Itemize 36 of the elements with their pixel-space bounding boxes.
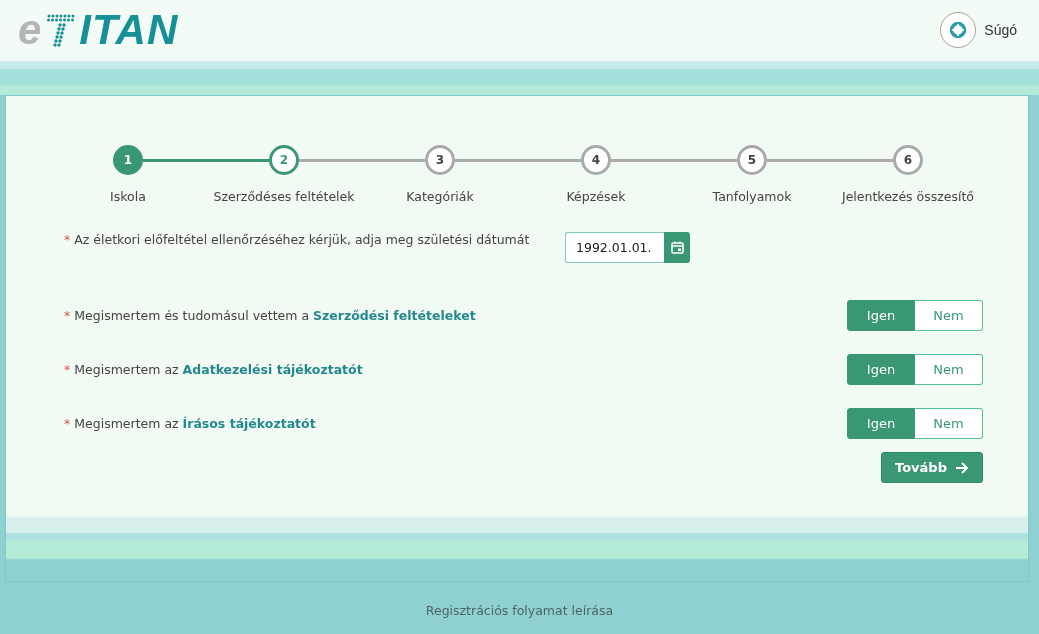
toggle-option[interactable]: Nem [915, 407, 983, 439]
next-button[interactable]: Tovább [881, 452, 983, 483]
toggle-option[interactable]: Igen [847, 407, 915, 439]
toggle-option[interactable]: Nem [915, 299, 983, 331]
step-label: Iskola [110, 189, 146, 204]
step-number: 4 [581, 145, 611, 175]
step-label: Képzések [566, 189, 626, 204]
step-number: 2 [269, 145, 299, 175]
calendar-icon [670, 241, 684, 254]
step-number: 3 [425, 145, 455, 175]
step-label: Jelentkezés összesítő [841, 189, 974, 204]
logo-letter: e [18, 9, 42, 51]
document-link[interactable]: Írásos tájékoztatót [182, 415, 316, 431]
date-field[interactable]: 1992.01.01. [565, 232, 664, 263]
step-number: 1 [113, 145, 143, 175]
question-label: * Az életkori előfeltétel ellenőrzéséhez kérjük, adja meg születési dátumát [64, 232, 530, 247]
step-label: Szerződéses feltételek [213, 189, 355, 204]
question-label: * Megismertem az Írásos tájékoztatót [64, 415, 316, 431]
question-label: * Megismertem és tudomásul vettem a Szerződési feltételeket [64, 307, 476, 323]
lifebuoy-icon [949, 21, 968, 39]
toggle-option[interactable]: Nem [915, 353, 983, 385]
arrow-right-icon [954, 461, 969, 474]
step-number: 6 [893, 145, 923, 175]
document-link[interactable]: Szerződési feltételeket [313, 307, 476, 323]
process-description-link[interactable]: Regisztrációs folyamat leírása [425, 603, 614, 618]
help-label[interactable]: Súgó [984, 22, 1017, 38]
toggle-option[interactable]: Igen [847, 353, 915, 385]
help-button[interactable] [940, 12, 977, 48]
document-link[interactable]: Adatkezelési tájékoztatót [182, 361, 363, 377]
toggle-option[interactable]: Igen [847, 299, 915, 331]
step-label: Tanfolyamok [712, 189, 792, 204]
step-number: 5 [737, 145, 767, 175]
calendar-button[interactable] [664, 232, 690, 263]
question-label: * Megismertem az Adatkezelési tájékoztatót [64, 361, 363, 377]
logo-text: ITAN [79, 9, 179, 51]
step-label: Kategóriák [406, 189, 474, 204]
